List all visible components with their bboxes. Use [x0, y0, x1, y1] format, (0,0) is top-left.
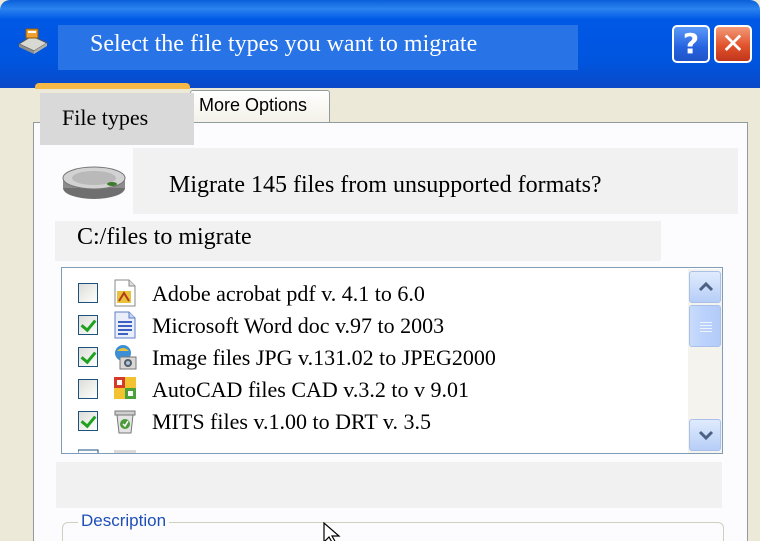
hard-drive-icon [62, 166, 126, 199]
tab-more-options[interactable]: More Options [190, 90, 330, 123]
mits-file-icon [114, 410, 136, 434]
pdf-file-icon [114, 279, 136, 307]
list-item[interactable]: Image files JPG v.131.02 to JPEG2000 [62, 340, 682, 374]
tab-more-options-label: More Options [199, 95, 308, 115]
status-box [56, 462, 722, 508]
checkbox[interactable] [78, 379, 98, 399]
list-scrollbar[interactable] [688, 269, 722, 453]
list-item[interactable]: Microsoft Word doc v.97 to 2003 [62, 308, 682, 342]
list-item[interactable]: Adobe acrobat pdf v. 4.1 to 6.0 [62, 276, 682, 310]
close-button[interactable]: ✕ [714, 25, 752, 63]
partially-visible-list-item [78, 449, 136, 453]
active-tab-highlight [35, 83, 190, 89]
file-type-label: Image files JPG v.131.02 to JPEG2000 [152, 345, 496, 370]
image-file-icon [115, 345, 137, 370]
scroll-down-button[interactable] [689, 419, 721, 451]
tab-file-types-label: File types [62, 105, 149, 130]
file-type-label: MITS files v.1.00 to DRT v. 3.5 [152, 409, 431, 434]
file-type-label: Microsoft Word doc v.97 to 2003 [152, 313, 445, 338]
migration-question: Migrate 145 files from unsupported forma… [169, 172, 602, 198]
word-doc-icon [114, 311, 136, 339]
help-button[interactable]: ? [672, 25, 710, 63]
description-label: Description [78, 511, 170, 531]
chevron-down-icon [698, 430, 714, 441]
checkbox[interactable] [78, 411, 98, 431]
scroll-up-button[interactable] [689, 271, 721, 303]
migration-wizard-icon [17, 28, 49, 54]
autocad-file-icon [114, 377, 136, 399]
scroll-grip-line [700, 322, 712, 323]
title-bar: Select the file types you want to migrat… [0, 0, 760, 88]
list-item[interactable]: AutoCAD files CAD v.3.2 to v 9.01 [62, 372, 682, 406]
window-title: Select the file types you want to migrat… [90, 31, 478, 57]
checkbox[interactable] [78, 347, 98, 367]
file-type-label: AutoCAD files CAD v.3.2 to v 9.01 [152, 377, 469, 402]
scroll-grip-line [700, 325, 712, 326]
chevron-up-icon [698, 281, 714, 292]
file-types-list[interactable]: Adobe acrobat pdf v. 4.1 to 6.0 Microsof… [61, 267, 723, 454]
scroll-grip-line [700, 331, 712, 332]
tab-file-types[interactable]: File types [40, 93, 194, 145]
source-path: C:/files to migrate [77, 224, 252, 250]
list-item[interactable]: MITS files v.1.00 to DRT v. 3.5 [62, 404, 682, 438]
mouse-cursor-icon [323, 522, 341, 541]
file-type-label: Adobe acrobat pdf v. 4.1 to 6.0 [152, 281, 425, 306]
checkbox[interactable] [78, 283, 98, 303]
checkbox[interactable] [78, 315, 98, 335]
scroll-thumb[interactable] [689, 305, 721, 347]
scroll-grip-line [700, 328, 712, 329]
